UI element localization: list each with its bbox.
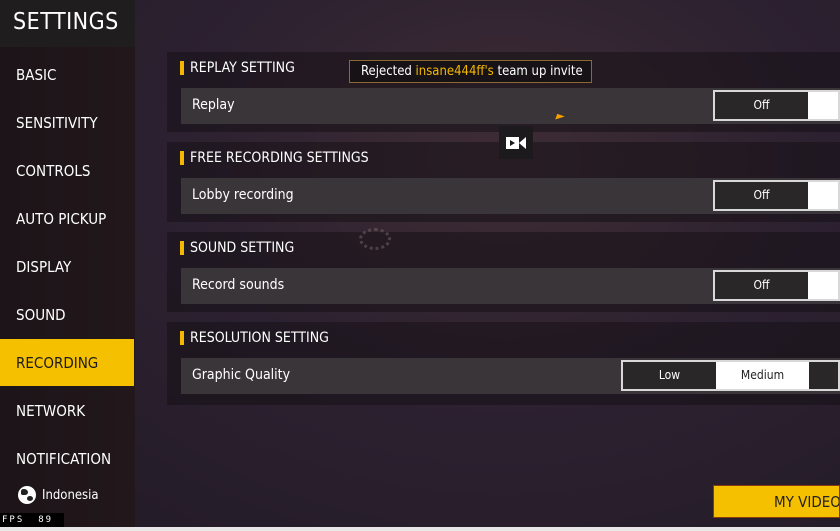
section-marker <box>180 151 184 165</box>
fps-value: 89 <box>38 515 54 525</box>
section-title: SOUND SETTING <box>190 240 295 256</box>
resolution-section: RESOLUTION SETTING Graphic Quality Low M… <box>167 322 840 405</box>
toggle-on[interactable] <box>808 272 838 299</box>
sound-section: SOUND SETTING Record sounds Off <box>167 232 840 312</box>
video-camera-icon[interactable] <box>499 126 533 159</box>
toggle-off[interactable]: Off <box>715 182 808 209</box>
sidebar-item-network[interactable]: NETWORK <box>0 387 134 434</box>
replay-row: Replay Off <box>181 88 840 124</box>
lobby-recording-row: Lobby recording Off <box>181 178 840 214</box>
section-title: RESOLUTION SETTING <box>190 330 329 346</box>
loading-spinner-icon <box>359 228 391 250</box>
row-label: Graphic Quality <box>192 367 291 383</box>
sidebar-item-notification[interactable]: NOTIFICATION <box>0 435 134 465</box>
replay-toggle[interactable]: Off <box>713 90 840 121</box>
section-marker <box>180 241 184 255</box>
toast-notification: Rejected insane444ff's team up invite <box>349 60 592 83</box>
toggle-on[interactable] <box>808 92 838 119</box>
section-title: FREE RECORDING SETTINGS <box>190 150 369 166</box>
my-videos-button[interactable]: MY VIDEOS <box>713 485 840 518</box>
record-sounds-toggle[interactable]: Off <box>713 270 840 301</box>
sidebar-item-auto-pickup[interactable]: AUTO PICKUP <box>0 195 134 242</box>
graphic-quality-row: Graphic Quality Low Medium <box>181 358 840 394</box>
fps-counter: FPS 89 <box>0 513 64 527</box>
quality-low[interactable]: Low <box>623 362 716 389</box>
quality-next[interactable] <box>809 362 838 389</box>
toast-player: insane444ff's <box>415 64 494 79</box>
bottom-strip <box>0 527 840 531</box>
sidebar-item-basic[interactable]: BASIC <box>0 51 134 98</box>
section-marker <box>180 61 184 75</box>
globe-icon <box>18 486 36 504</box>
sidebar-item-sensitivity[interactable]: SENSITIVITY <box>0 99 134 146</box>
toggle-off[interactable]: Off <box>715 92 808 119</box>
lobby-recording-toggle[interactable]: Off <box>713 180 840 211</box>
toast-suffix: team up invite <box>497 64 583 79</box>
quality-medium[interactable]: Medium <box>716 362 809 389</box>
sidebar-item-sound[interactable]: SOUND <box>0 291 134 338</box>
row-label: Lobby recording <box>192 187 294 203</box>
row-label: Replay <box>192 97 235 113</box>
graphic-quality-selector[interactable]: Low Medium <box>621 360 840 391</box>
sidebar-item-controls[interactable]: CONTROLS <box>0 147 134 194</box>
language-label: Indonesia <box>42 487 99 503</box>
toast-prefix: Rejected <box>361 64 412 79</box>
toggle-off[interactable]: Off <box>715 272 808 299</box>
sidebar: SETTINGS BASIC SENSITIVITY CONTROLS AUTO… <box>0 0 135 527</box>
section-marker <box>180 331 184 345</box>
row-label: Record sounds <box>192 277 285 293</box>
sidebar-item-recording[interactable]: RECORDING <box>0 339 134 386</box>
sidebar-item-display[interactable]: DISPLAY <box>0 243 134 290</box>
section-title: REPLAY SETTING <box>190 60 295 76</box>
fps-label: FPS <box>2 515 25 525</box>
language-selector[interactable]: Indonesia <box>18 486 99 504</box>
page-title: SETTINGS <box>0 0 135 47</box>
record-sounds-row: Record sounds Off <box>181 268 840 304</box>
toggle-on[interactable] <box>808 182 838 209</box>
